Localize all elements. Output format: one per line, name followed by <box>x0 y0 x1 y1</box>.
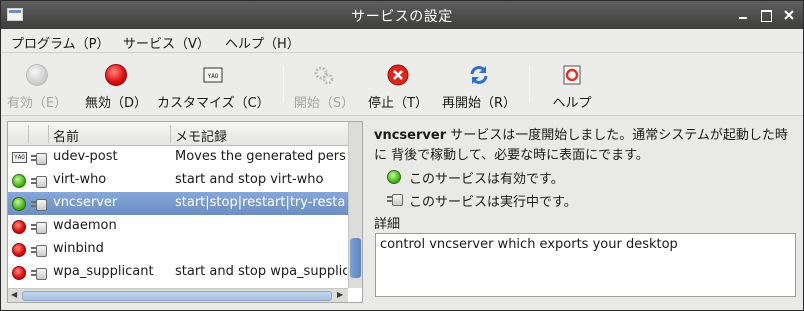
row-name: wdaemon <box>53 218 117 233</box>
toolbar-separator <box>529 66 530 102</box>
disabled-status-icon <box>12 266 26 280</box>
disabled-status-icon <box>12 220 26 234</box>
row-desc: start|stop|restart|try-resta <box>175 195 346 210</box>
table-row[interactable]: wpa_supplicant start and stop wpa_suppli… <box>8 261 348 284</box>
service-name: vncserver <box>374 128 447 143</box>
list-rows: YAO udev-post Moves the generated pers v… <box>8 146 348 288</box>
custom-runlevel-icon: YAO <box>12 152 27 163</box>
plug-icon <box>31 267 47 280</box>
maximize-icon[interactable] <box>758 7 774 23</box>
row-desc: start and stop virt-who <box>175 172 324 187</box>
details-panel: vncserver サービスは一度開始しました。通常システムが起動した時に 背後… <box>371 121 801 307</box>
menu-service[interactable]: サービス（V） <box>123 33 210 52</box>
plug-icon <box>31 198 47 211</box>
row-name: udev-post <box>53 149 118 164</box>
scroll-right-icon[interactable]: ▶ <box>337 290 343 299</box>
title-bar[interactable]: サービスの設定 <box>1 1 803 29</box>
list-header: 名前 メモ記録 <box>8 122 348 146</box>
table-row[interactable]: wdaemon <box>8 215 348 238</box>
help-button[interactable]: ヘルプ <box>541 54 603 114</box>
plug-icon <box>31 221 47 234</box>
service-list: 名前 メモ記録 YAO udev-post Moves the generate… <box>7 121 363 303</box>
customize-icon: YAO <box>202 64 224 86</box>
details-label: 詳細 <box>374 217 401 232</box>
row-name: virt-who <box>53 172 107 187</box>
vertical-scrollbar[interactable] <box>348 122 362 288</box>
row-name: winbind <box>53 241 104 256</box>
vertical-scroll-thumb[interactable] <box>350 238 361 278</box>
enable-button[interactable]: 有効（E） <box>5 54 69 114</box>
stop-button[interactable]: 停止（T） <box>367 54 429 114</box>
stop-icon <box>387 64 409 86</box>
enabled-status-icon <box>12 174 26 188</box>
service-summary: vncserver サービスは一度開始しました。通常システムが起動した時に 背後… <box>374 126 798 166</box>
table-row[interactable]: YAO udev-post Moves the generated pers <box>8 146 348 169</box>
close-icon[interactable] <box>781 7 797 23</box>
column-header-memo[interactable]: メモ記録 <box>175 126 227 145</box>
table-row-selected[interactable]: vncserver start|stop|restart|try-resta <box>8 192 348 215</box>
refresh-icon <box>468 64 490 86</box>
toolbar-separator <box>283 66 284 102</box>
gears-icon <box>313 64 335 86</box>
header-separator <box>28 125 29 143</box>
plug-icon <box>31 152 47 165</box>
row-desc: Moves the generated pers <box>175 149 346 164</box>
menu-bar: プログラム（P） サービス（V） ヘルプ（H） <box>1 29 803 53</box>
disabled-status-icon <box>12 243 26 257</box>
enabled-icon <box>387 170 401 184</box>
svg-text:YAO: YAO <box>208 73 219 80</box>
start-button[interactable]: 開始（S） <box>293 54 355 114</box>
disable-icon <box>105 64 127 86</box>
table-row[interactable]: virt-who start and stop virt-who <box>8 169 348 192</box>
details-text: control vncserver which exports your des… <box>380 237 678 252</box>
services-window: サービスの設定 プログラム（P） サービス（V） ヘルプ（H） 有効（E） 無効… <box>0 0 804 311</box>
column-header-name[interactable]: 名前 <box>53 126 79 145</box>
menu-help[interactable]: ヘルプ（H） <box>225 33 300 52</box>
scroll-left-icon[interactable]: ◀ <box>11 290 17 299</box>
plug-icon <box>31 244 47 257</box>
horizontal-scroll-thumb[interactable] <box>22 291 332 301</box>
table-row[interactable]: winbind <box>8 238 348 261</box>
toolbar: 有効（E） 無効（D） YAO カスタマイズ（C） 開始（S） 停止（T） 再開… <box>1 54 803 116</box>
customize-button[interactable]: YAO カスタマイズ（C） <box>157 54 270 114</box>
header-separator <box>48 125 49 143</box>
row-name: wpa_supplicant <box>53 264 154 279</box>
restart-button[interactable]: 再開始（R） <box>441 54 517 114</box>
help-icon <box>561 64 583 86</box>
enable-icon <box>26 64 48 86</box>
horizontal-scrollbar[interactable]: ◀ ▶ <box>8 288 348 302</box>
row-name: vncserver <box>53 195 118 210</box>
minimize-icon[interactable] <box>735 7 751 23</box>
plug-icon <box>31 175 47 188</box>
window-title: サービスの設定 <box>351 9 453 25</box>
enabled-status-icon <box>12 197 26 211</box>
plug-icon <box>387 193 403 207</box>
disable-button[interactable]: 無効（D） <box>81 54 151 114</box>
header-separator <box>170 125 171 143</box>
details-textbox[interactable]: control vncserver which exports your des… <box>375 233 796 297</box>
row-desc: start and stop wpa_supplic <box>175 264 347 279</box>
menu-program[interactable]: プログラム（P） <box>11 33 109 52</box>
